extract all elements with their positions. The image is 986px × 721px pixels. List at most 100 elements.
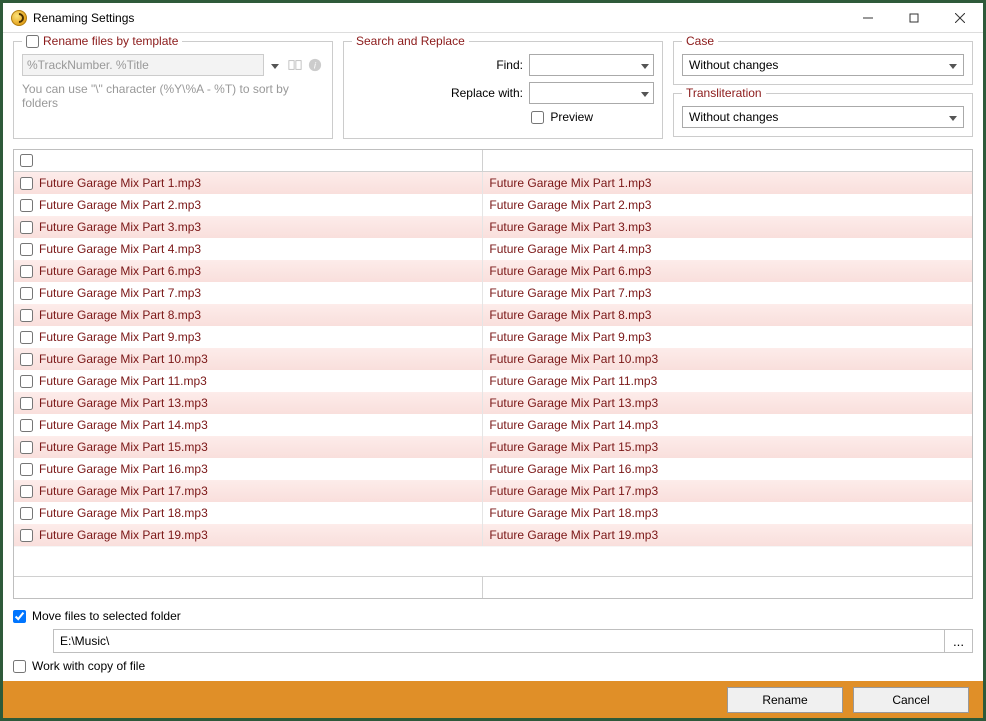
source-filename: Future Garage Mix Part 7.mp3 (39, 286, 201, 300)
target-filename: Future Garage Mix Part 15.mp3 (489, 440, 658, 454)
app-icon (11, 10, 27, 26)
target-filename: Future Garage Mix Part 7.mp3 (489, 286, 651, 300)
target-filename: Future Garage Mix Part 3.mp3 (489, 220, 651, 234)
template-pick-icon[interactable] (286, 54, 304, 76)
rename-button[interactable]: Rename (727, 687, 843, 713)
row-checkbox[interactable] (20, 221, 33, 234)
table-row[interactable]: Future Garage Mix Part 4.mp3 Future Garag… (14, 238, 972, 260)
table-row[interactable]: Future Garage Mix Part 14.mp3 Future Gara… (14, 414, 972, 436)
table-row[interactable]: Future Garage Mix Part 9.mp3Future Garag… (14, 326, 972, 348)
file-table: Future Garage Mix Part 1.mp3 Future Garag… (13, 149, 973, 599)
move-files-checkbox[interactable] (13, 610, 26, 623)
row-checkbox[interactable] (20, 375, 33, 388)
source-filename: Future Garage Mix Part 3.mp3 (39, 220, 201, 234)
select-all-checkbox[interactable] (20, 154, 33, 167)
target-filename: Future Garage Mix Part 8.mp3 (489, 308, 651, 322)
minimize-button[interactable] (845, 3, 891, 33)
source-filename: Future Garage Mix Part 19.mp3 (39, 528, 208, 542)
row-checkbox[interactable] (20, 397, 33, 410)
source-filename: Future Garage Mix Part 18.mp3 (39, 506, 208, 520)
target-filename: Future Garage Mix Part 6.mp3 (489, 264, 651, 278)
group-search-replace: Search and Replace Find: Replace with: P… (343, 41, 663, 139)
row-checkbox[interactable] (20, 463, 33, 476)
source-filename: Future Garage Mix Part 17.mp3 (39, 484, 208, 498)
row-checkbox[interactable] (20, 265, 33, 278)
row-checkbox[interactable] (20, 287, 33, 300)
table-row[interactable]: Future Garage Mix Part 18.mp3 Future Gara… (14, 502, 972, 524)
row-checkbox[interactable] (20, 419, 33, 432)
row-checkbox[interactable] (20, 353, 33, 366)
target-filename: Future Garage Mix Part 4.mp3 (489, 242, 651, 256)
transliteration-value: Without changes (689, 110, 778, 124)
target-filename: Future Garage Mix Part 1.mp3 (489, 176, 651, 190)
browse-button[interactable]: ... (945, 629, 973, 653)
template-input[interactable] (22, 54, 264, 76)
target-filename: Future Garage Mix Part 18.mp3 (489, 506, 658, 520)
row-checkbox[interactable] (20, 529, 33, 542)
table-row[interactable]: Future Garage Mix Part 7.mp3 Future Garag… (14, 282, 972, 304)
replace-combo[interactable] (529, 82, 654, 104)
transliteration-legend: Transliteration (686, 86, 762, 100)
transliteration-combo[interactable]: Without changes (682, 106, 964, 128)
table-row[interactable]: Future Garage Mix Part 16.mp3 Future Gara… (14, 458, 972, 480)
target-filename: Future Garage Mix Part 14.mp3 (489, 418, 658, 432)
row-checkbox[interactable] (20, 441, 33, 454)
source-filename: Future Garage Mix Part 9.mp3 (39, 330, 201, 344)
source-filename: Future Garage Mix Part 1.mp3 (39, 176, 201, 190)
source-filename: Future Garage Mix Part 15.mp3 (39, 440, 208, 454)
replace-with-label: Replace with: (451, 86, 523, 100)
target-filename: Future Garage Mix Part 16.mp3 (489, 462, 658, 476)
work-with-copy-label: Work with copy of file (32, 659, 145, 673)
group-case: Case Without changes (673, 41, 973, 85)
target-filename: Future Garage Mix Part 19.mp3 (489, 528, 658, 542)
row-checkbox[interactable] (20, 507, 33, 520)
find-combo[interactable] (529, 54, 654, 76)
bottom-bar: Rename Cancel (3, 681, 983, 718)
target-filename: Future Garage Mix Part 13.mp3 (489, 396, 658, 410)
case-value: Without changes (689, 58, 778, 72)
row-checkbox[interactable] (20, 199, 33, 212)
case-combo[interactable]: Without changes (682, 54, 964, 76)
chevron-down-icon (949, 110, 957, 124)
target-filename: Future Garage Mix Part 10.mp3 (489, 352, 658, 366)
table-row[interactable]: Future Garage Mix Part 10.mp3 Future Gara… (14, 348, 972, 370)
source-filename: Future Garage Mix Part 10.mp3 (39, 352, 208, 366)
table-row[interactable]: Future Garage Mix Part 6.mp3 Future Garag… (14, 260, 972, 282)
chevron-down-icon (949, 58, 957, 72)
row-checkbox[interactable] (20, 485, 33, 498)
row-checkbox[interactable] (20, 243, 33, 256)
source-filename: Future Garage Mix Part 13.mp3 (39, 396, 208, 410)
table-row[interactable]: Future Garage Mix Part 15.mp3 Future Gara… (14, 436, 972, 458)
cancel-button[interactable]: Cancel (853, 687, 969, 713)
source-filename: Future Garage Mix Part 14.mp3 (39, 418, 208, 432)
info-icon[interactable]: i (306, 54, 324, 76)
row-checkbox[interactable] (20, 331, 33, 344)
target-filename: Future Garage Mix Part 17.mp3 (489, 484, 658, 498)
source-filename: Future Garage Mix Part 4.mp3 (39, 242, 201, 256)
source-filename: Future Garage Mix Part 8.mp3 (39, 308, 201, 322)
case-legend: Case (686, 34, 714, 48)
table-row[interactable]: Future Garage Mix Part 8.mp3 Future Garag… (14, 304, 972, 326)
row-checkbox[interactable] (20, 177, 33, 190)
window-buttons (845, 3, 983, 33)
row-checkbox[interactable] (20, 309, 33, 322)
rename-by-template-checkbox[interactable] (26, 35, 39, 48)
source-filename: Future Garage Mix Part 16.mp3 (39, 462, 208, 476)
work-with-copy-checkbox[interactable] (13, 660, 26, 673)
table-row[interactable]: Future Garage Mix Part 13.mp3 Future Gara… (14, 392, 972, 414)
template-dropdown-icon[interactable] (266, 54, 284, 76)
preview-checkbox[interactable] (531, 111, 544, 124)
table-row[interactable]: Future Garage Mix Part 19.mp3 Future Gara… (14, 524, 972, 546)
close-button[interactable] (937, 3, 983, 33)
table-row[interactable]: Future Garage Mix Part 1.mp3 Future Garag… (14, 172, 972, 194)
source-filename: Future Garage Mix Part 6.mp3 (39, 264, 201, 278)
table-row[interactable]: Future Garage Mix Part 3.mp3 Future Garag… (14, 216, 972, 238)
table-row[interactable]: Future Garage Mix Part 11.mp3Future Gara… (14, 370, 972, 392)
table-row[interactable]: Future Garage Mix Part 2.mp3Future Garag… (14, 194, 972, 216)
table-row[interactable]: Future Garage Mix Part 17.mp3 Future Gara… (14, 480, 972, 502)
maximize-button[interactable] (891, 3, 937, 33)
destination-path-input[interactable] (53, 629, 945, 653)
file-table-body[interactable]: Future Garage Mix Part 1.mp3 Future Garag… (14, 172, 972, 576)
find-label: Find: (496, 58, 523, 72)
group-rename-by-template: Rename files by template i You can use "… (13, 41, 333, 139)
